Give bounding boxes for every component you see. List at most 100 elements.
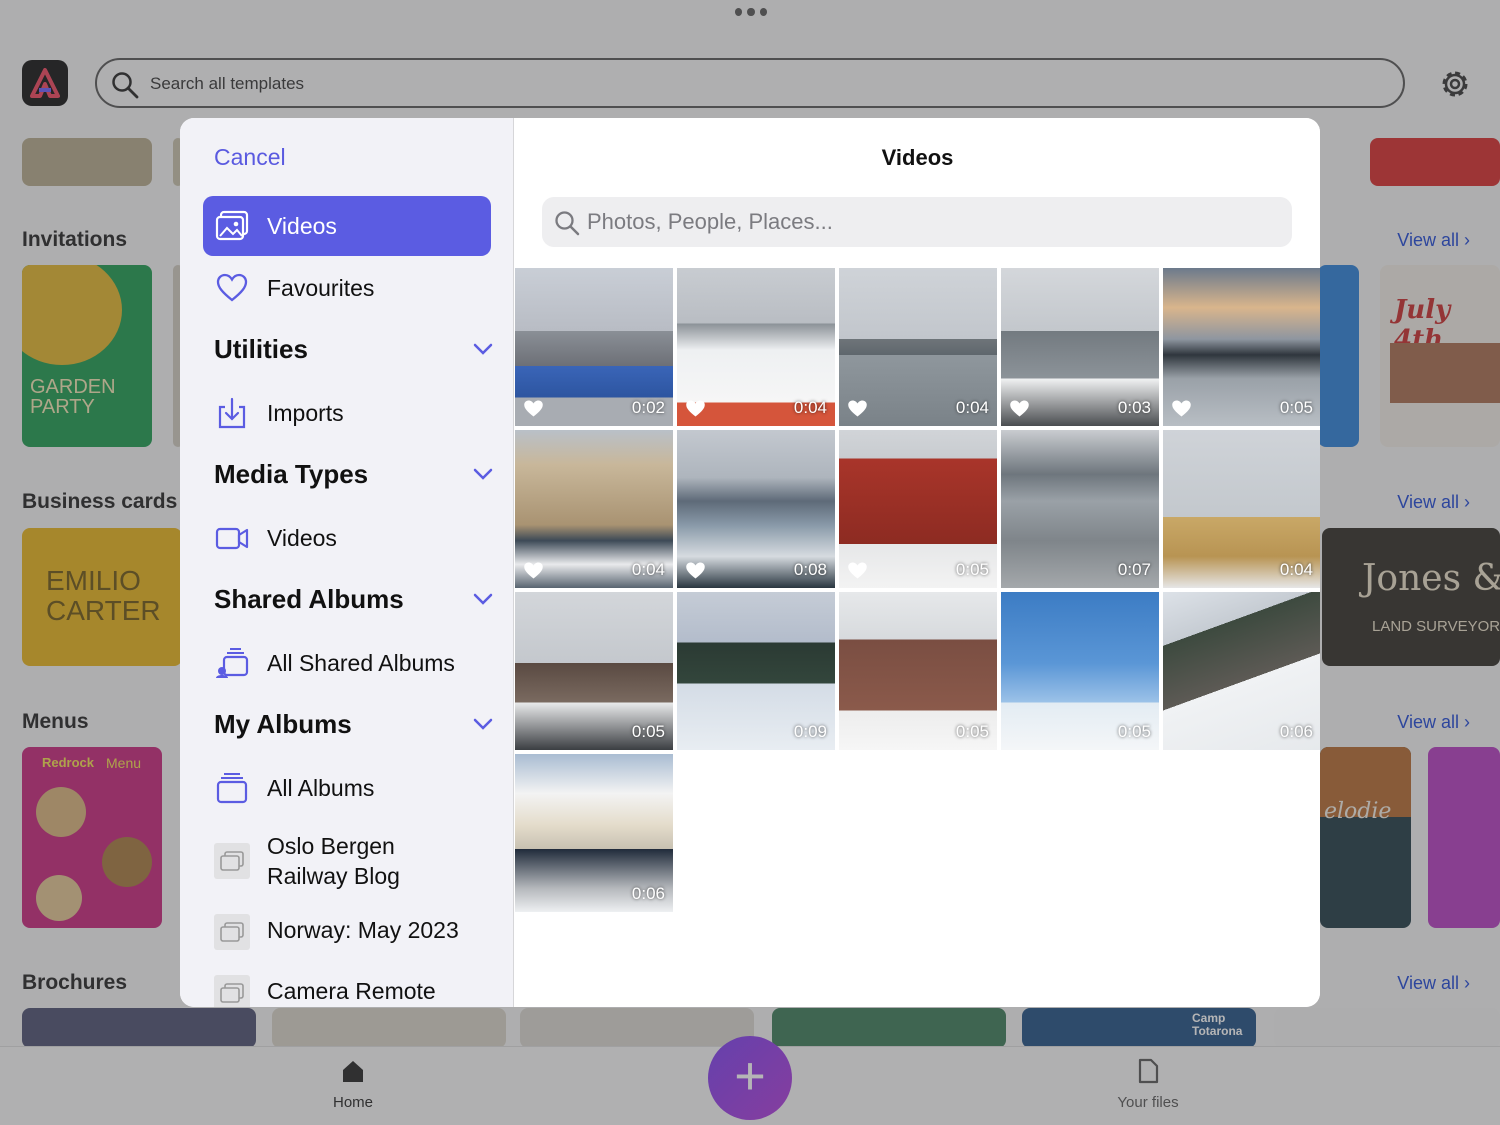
- cancel-button[interactable]: Cancel: [214, 144, 286, 171]
- template-card[interactable]: [1318, 265, 1359, 447]
- garden-party-card[interactable]: GARDEN PARTY: [22, 265, 152, 447]
- section-title-invitations: Invitations: [22, 228, 128, 251]
- video-thumbnail[interactable]: 0:06: [1163, 592, 1320, 750]
- brochure-card[interactable]: [22, 1008, 256, 1048]
- picker-sidebar: Cancel Videos Favourites Utilities Impor…: [180, 118, 514, 1007]
- video-thumbnail[interactable]: 0:05: [839, 430, 997, 588]
- sidebar-section-utilities[interactable]: Utilities: [214, 334, 494, 370]
- template-card[interactable]: [1370, 138, 1500, 186]
- melodie-card-title: elodie: [1324, 799, 1392, 824]
- sidebar-item-imports[interactable]: Imports: [203, 383, 491, 443]
- video-duration: 0:04: [793, 398, 827, 417]
- view-all-menus-link[interactable]: View all ›: [1397, 712, 1470, 733]
- favourite-heart-icon: [686, 400, 705, 417]
- video-duration: 0:05: [955, 722, 989, 741]
- camp-totarona-card[interactable]: Camp Totarona: [1022, 1008, 1256, 1048]
- emilio-carter-card[interactable]: EMILIO CARTER: [22, 528, 182, 666]
- favourite-heart-icon: [848, 400, 867, 417]
- sidebar-item-all-shared-albums[interactable]: All Shared Albums: [203, 633, 491, 693]
- photo-search-field[interactable]: Photos, People, Places...: [542, 197, 1292, 247]
- photo-library-icon: [215, 210, 249, 241]
- album-placeholder-icon: [214, 914, 250, 950]
- template-card[interactable]: [1428, 747, 1500, 928]
- sidebar-item-label: Favourites: [267, 275, 375, 301]
- video-duration: 0:05: [1117, 722, 1151, 741]
- video-thumbnail[interactable]: 0:04: [677, 268, 835, 426]
- brochure-card[interactable]: [1274, 1008, 1500, 1048]
- sidebar-item-label: All Albums: [267, 775, 375, 801]
- tab-your-files-label: Your files: [1117, 1094, 1179, 1111]
- template-search-placeholder: Search all templates: [150, 74, 305, 93]
- sidebar-section-title: Shared Albums: [214, 584, 404, 614]
- import-icon: [218, 397, 246, 429]
- plus-icon: +: [734, 1046, 766, 1106]
- chevron-down-icon: [473, 593, 493, 605]
- section-title-business-cards: Business cards: [22, 490, 178, 513]
- video-thumbnail[interactable]: 0:04: [1163, 430, 1320, 588]
- gear-icon[interactable]: [1437, 66, 1473, 102]
- video-thumbnail[interactable]: 0:08: [677, 430, 835, 588]
- sidebar-item-videos-active[interactable]: Videos: [203, 196, 491, 256]
- video-thumbnail[interactable]: 0:04: [515, 430, 673, 588]
- video-thumbnail[interactable]: 0:05: [515, 592, 673, 750]
- garden-party-card-title: GARDEN PARTY: [30, 376, 116, 418]
- sidebar-item-all-albums[interactable]: All Albums: [203, 758, 491, 818]
- sidebar-item-album[interactable]: Camera Remote: [203, 961, 491, 1007]
- heart-icon: [216, 273, 248, 302]
- video-thumbnail[interactable]: 0:04: [839, 268, 997, 426]
- july-4th-card[interactable]: July 4th: [1380, 265, 1500, 447]
- brochure-card[interactable]: [272, 1008, 506, 1048]
- video-duration: 0:04: [955, 398, 989, 417]
- video-thumbnail[interactable]: 0:05: [1001, 592, 1159, 750]
- picker-content: Videos Photos, People, Places... 0:02 0:0…: [515, 118, 1320, 1007]
- chevron-down-icon: [473, 468, 493, 480]
- video-duration: 0:03: [1117, 398, 1151, 417]
- sidebar-item-album[interactable]: Oslo Bergen Railway Blog: [203, 829, 491, 893]
- view-all-brochures-link[interactable]: View all ›: [1397, 973, 1470, 994]
- jones-son-card[interactable]: Jones & Son LAND SURVEYOR: [1322, 528, 1500, 666]
- sidebar-item-album[interactable]: Norway: May 2023: [203, 900, 491, 960]
- video-thumbnail[interactable]: 0:05: [839, 592, 997, 750]
- menu-card-title: Menu: [106, 755, 142, 771]
- video-thumbnail[interactable]: 0:07: [1001, 430, 1159, 588]
- favourite-heart-icon: [1010, 400, 1029, 417]
- sidebar-item-label: Videos: [267, 213, 337, 239]
- sidebar-section-shared-albums[interactable]: Shared Albums: [214, 584, 494, 620]
- chevron-down-icon: [473, 343, 493, 355]
- video-thumbnail[interactable]: 0:05: [1163, 268, 1320, 426]
- tab-home[interactable]: Home: [326, 1058, 380, 1111]
- emilio-carter-card-title: EMILIO CARTER: [46, 565, 161, 626]
- view-all-label: View all: [1397, 973, 1459, 993]
- favourite-heart-icon: [524, 400, 543, 417]
- template-search-field[interactable]: Search all templates: [95, 58, 1405, 108]
- sidebar-section-my-albums[interactable]: My Albums: [214, 709, 494, 745]
- video-thumbnail[interactable]: 0:09: [677, 592, 835, 750]
- sidebar-section-media-types[interactable]: Media Types: [214, 459, 494, 495]
- create-new-button[interactable]: +: [708, 1036, 792, 1120]
- view-all-invitations-link[interactable]: View all ›: [1397, 230, 1470, 251]
- sidebar-item-label: Oslo Bergen Railway Blog: [267, 833, 400, 889]
- jones-son-card-subtitle: LAND SURVEYOR: [1372, 618, 1500, 635]
- brochure-card[interactable]: [520, 1008, 754, 1048]
- video-thumbnail[interactable]: 0:02: [515, 268, 673, 426]
- sidebar-item-favourites[interactable]: Favourites: [203, 258, 491, 318]
- favourite-heart-icon: [1172, 400, 1191, 417]
- adobe-express-logo-icon[interactable]: [22, 60, 68, 106]
- photo-search-placeholder: Photos, People, Places...: [587, 209, 833, 234]
- sidebar-item-videos[interactable]: Videos: [203, 508, 491, 568]
- melodie-restaurant-card[interactable]: elodie: [1320, 747, 1411, 928]
- multitasking-dots-icon[interactable]: [735, 8, 767, 20]
- brochure-card[interactable]: [772, 1008, 1006, 1048]
- video-camera-icon: [215, 527, 249, 550]
- video-thumbnail[interactable]: 0:06: [515, 754, 673, 912]
- video-duration: 0:04: [1279, 560, 1313, 579]
- video-thumbnail[interactable]: 0:03: [1001, 268, 1159, 426]
- template-card[interactable]: [22, 138, 152, 186]
- page-title: Videos: [881, 145, 954, 170]
- favourite-heart-icon: [686, 562, 705, 579]
- view-all-business-cards-link[interactable]: View all ›: [1397, 492, 1470, 513]
- tab-your-files[interactable]: Your files: [1108, 1058, 1188, 1111]
- view-all-label: View all: [1397, 712, 1459, 732]
- redrock-menu-card[interactable]: Redrock Menu: [22, 747, 162, 928]
- photo-picker-sheet: Cancel Videos Favourites Utilities Impor…: [180, 118, 1320, 1007]
